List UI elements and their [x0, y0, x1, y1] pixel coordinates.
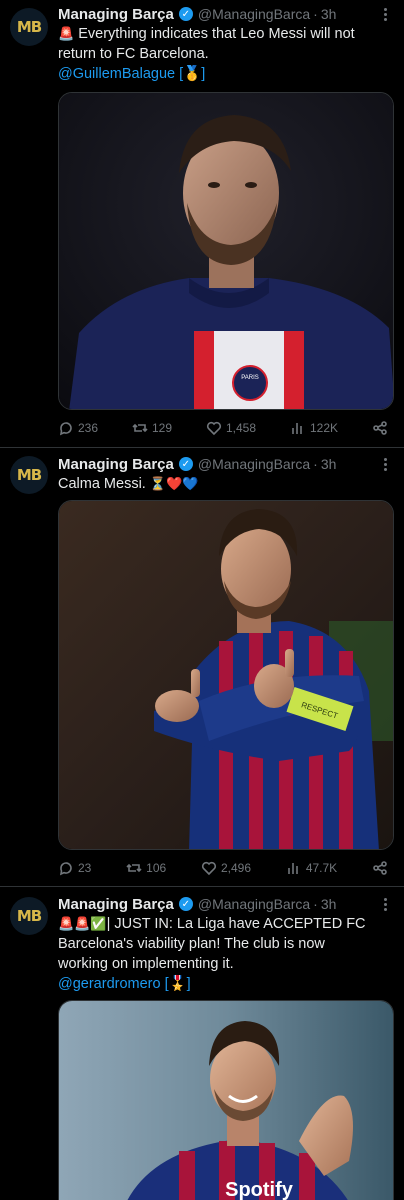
reply-count: 236: [78, 421, 99, 435]
verified-badge-icon: ✓: [178, 457, 193, 471]
tweet-1[interactable]: MB Managing Barça ✓ @ManagingBarca · 3h …: [0, 0, 404, 447]
mention-tail: [🎖️]: [164, 976, 191, 992]
tweet-text-line: Barcelona's viability plan! The club is …: [58, 936, 325, 952]
view-count: 122K: [310, 421, 339, 435]
more-options-icon[interactable]: [380, 896, 390, 914]
reply-icon: [59, 422, 72, 436]
author-handle[interactable]: @ManagingBarca: [198, 896, 310, 912]
views-chart-icon: [288, 863, 298, 874]
retweet-count: 106: [146, 861, 167, 875]
heart-icon: [201, 861, 217, 876]
hourglass-hearts-emoji: ⏳❤️💙: [149, 476, 199, 491]
tweet-actions: 236 129 1,458 122K: [58, 418, 388, 438]
heart-icon: [206, 421, 222, 436]
tweet-header: Managing Barça ✓ @ManagingBarca · 3h: [58, 454, 376, 474]
psg-badge-label: PARIS: [241, 375, 259, 381]
tweet-text: 🚨 Everything indicates that Leo Messi wi…: [58, 24, 384, 84]
timeline-feed: MB Managing Barça ✓ @ManagingBarca · 3h …: [0, 0, 404, 1200]
sponsor-logo-text: Spotify: [225, 1179, 294, 1200]
avatar[interactable]: MB: [10, 456, 48, 494]
tweet-text-line: | JUST IN: La Liga have ACCEPTED FC: [106, 916, 366, 932]
retweet-button[interactable]: 106: [126, 860, 166, 876]
share-icon: [373, 421, 387, 435]
author-handle[interactable]: @ManagingBarca: [198, 456, 310, 472]
separator: ·: [313, 6, 318, 22]
retweet-count: 129: [152, 421, 173, 435]
author-name[interactable]: Managing Barça: [58, 896, 174, 913]
tweet-image[interactable]: RESPECT: [58, 500, 394, 850]
tweet-text-line: return to FC Barcelona.: [58, 46, 209, 62]
tweet-header: Managing Barça ✓ @ManagingBarca · 3h: [58, 4, 376, 24]
author-handle[interactable]: @ManagingBarca: [198, 6, 310, 22]
retweet-icon: [132, 423, 148, 433]
timestamp[interactable]: 3h: [321, 456, 337, 472]
reply-icon: [59, 862, 72, 876]
timestamp[interactable]: 3h: [321, 896, 337, 912]
tweet-image[interactable]: Spotify: [58, 1000, 394, 1200]
views-button[interactable]: 47.7K: [286, 860, 337, 876]
tweet-text-line: working on implementing it.: [58, 956, 234, 972]
reply-button[interactable]: 23: [58, 860, 91, 876]
mention-link[interactable]: @GuillemBalague: [58, 66, 175, 82]
tweet-text-line: Calma Messi.: [58, 476, 146, 492]
mention-tail: [🥇]: [179, 66, 206, 82]
more-options-icon[interactable]: [380, 6, 390, 24]
more-options-icon[interactable]: [380, 456, 390, 474]
author-name[interactable]: Managing Barça: [58, 456, 174, 473]
messi-barca-photo: RESPECT: [59, 501, 393, 849]
like-button[interactable]: 1,458: [206, 420, 256, 436]
share-button[interactable]: [372, 860, 388, 876]
tweet-header: Managing Barça ✓ @ManagingBarca · 3h: [58, 894, 376, 914]
tweet-image[interactable]: PARIS: [58, 92, 394, 410]
tweet-text-line: Everything indicates that Leo Messi will…: [78, 26, 355, 42]
messi-celebration-photo: Spotify: [59, 1001, 393, 1200]
share-button[interactable]: [372, 420, 388, 436]
messi-psg-photo: PARIS: [59, 93, 393, 409]
tweet-actions: 23 106 2,496 47.7K: [58, 858, 388, 878]
like-count: 2,496: [220, 861, 252, 875]
reply-count: 23: [78, 861, 92, 875]
share-icon: [373, 861, 387, 875]
views-button[interactable]: 122K: [290, 420, 338, 436]
verified-badge-icon: ✓: [178, 897, 193, 911]
verified-badge-icon: ✓: [178, 7, 193, 21]
siren-emoji: 🚨: [58, 26, 75, 41]
tweet-text: Calma Messi. ⏳❤️💙: [58, 474, 384, 494]
separator: ·: [313, 896, 318, 912]
timestamp[interactable]: 3h: [321, 6, 337, 22]
view-count: 47.7K: [305, 861, 338, 875]
sirens-check-emoji: 🚨🚨✅: [58, 916, 107, 931]
retweet-button[interactable]: 129: [132, 420, 172, 436]
tweet-2[interactable]: MB Managing Barça ✓ @ManagingBarca · 3h …: [0, 448, 404, 886]
avatar[interactable]: MB: [10, 897, 48, 935]
author-name[interactable]: Managing Barça: [58, 6, 174, 23]
like-button[interactable]: 2,496: [201, 860, 251, 876]
like-count: 1,458: [226, 421, 257, 435]
mention-link[interactable]: @gerardromero: [58, 976, 161, 992]
retweet-icon: [126, 863, 142, 873]
views-chart-icon: [292, 423, 302, 434]
avatar[interactable]: MB: [10, 8, 48, 46]
tweet-3[interactable]: MB Managing Barça ✓ @ManagingBarca · 3h …: [0, 887, 404, 1200]
tweet-text: 🚨🚨✅| JUST IN: La Liga have ACCEPTED FC B…: [58, 914, 384, 994]
reply-button[interactable]: 236: [58, 420, 98, 436]
separator: ·: [313, 456, 318, 472]
